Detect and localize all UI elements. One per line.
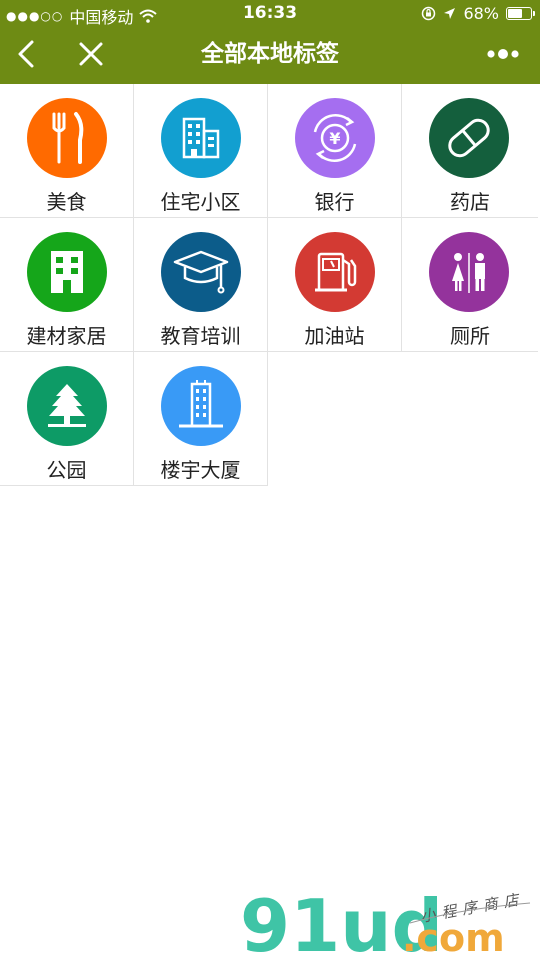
more-dots-icon[interactable] (486, 45, 520, 63)
fork-knife-icon (52, 112, 84, 164)
battery-icon (506, 7, 535, 20)
category-label: 美食 (46, 190, 87, 214)
status-bar: ●●●○○ 中国移动 16:33 68% (0, 0, 540, 28)
category-item-bank[interactable]: ¥ 银行 (268, 84, 402, 218)
svg-text:¥: ¥ (329, 129, 340, 148)
skyscraper-icon (179, 380, 223, 428)
battery-percent: 68% (463, 4, 499, 23)
category-item-restroom[interactable]: 厕所 (402, 218, 538, 352)
category-label: 建材家居 (26, 324, 107, 348)
category-item-education[interactable]: 教育培训 (134, 218, 268, 352)
category-label: 银行 (314, 190, 355, 214)
category-item-building-materials[interactable]: 建材家居 (0, 218, 134, 352)
category-item-residential[interactable]: 住宅小区 (134, 84, 268, 218)
category-icon-circle (27, 366, 107, 446)
restroom-icon (452, 253, 485, 293)
gas-pump-icon (315, 252, 357, 292)
graduation-cap-icon (173, 250, 229, 294)
category-label: 厕所 (450, 324, 490, 348)
home-building-icon (51, 251, 83, 293)
location-arrow-icon (444, 8, 456, 19)
category-label: 加油站 (304, 324, 365, 348)
category-item-office-building[interactable]: 楼宇大厦 (134, 352, 268, 486)
category-label: 药店 (450, 190, 490, 214)
category-icon-circle (27, 98, 107, 178)
category-icon-circle (161, 98, 241, 178)
category-item-food[interactable]: 美食 (0, 84, 134, 218)
tree-icon (48, 384, 86, 427)
category-label: 住宅小区 (160, 190, 241, 214)
building-icon (182, 117, 220, 159)
category-icon-circle (161, 366, 241, 446)
category-label: 教育培训 (160, 324, 241, 348)
category-icon-circle (161, 232, 241, 312)
battery-level-fill (508, 9, 523, 18)
top-bar: ●●●○○ 中国移动 16:33 68% 全部本地标签 (0, 0, 540, 84)
category-label: 公园 (46, 458, 87, 482)
category-label: 楼宇大厦 (160, 458, 241, 482)
watermark-logo: 91ud .com 小程序商店 (240, 885, 531, 960)
rotation-lock-icon (422, 6, 436, 21)
category-icon-circle: ¥ (295, 98, 375, 178)
yuan-exchange-icon: ¥ (313, 113, 357, 163)
navigation-bar: 全部本地标签 (0, 28, 540, 84)
category-item-park[interactable]: 公园 (0, 352, 134, 486)
pill-icon (448, 118, 490, 158)
category-item-gas-station[interactable]: 加油站 (268, 218, 402, 352)
watermark-domain: .com (402, 916, 505, 960)
category-icon-circle (27, 232, 107, 312)
category-icon-circle (295, 232, 375, 312)
category-icon-circle (429, 98, 509, 178)
category-icon-circle (429, 232, 509, 312)
category-item-pharmacy[interactable]: 药店 (402, 84, 538, 218)
page-title: 全部本地标签 (201, 41, 339, 67)
